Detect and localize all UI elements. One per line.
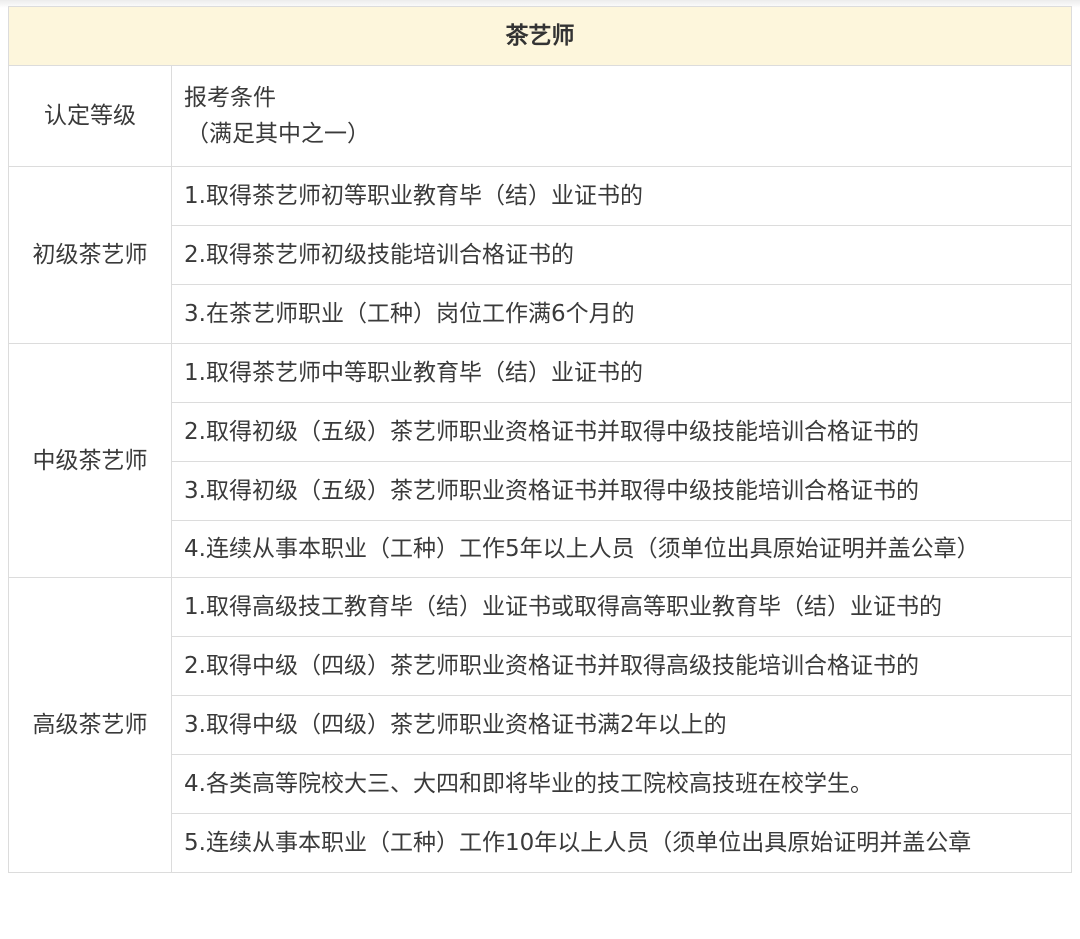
title-row: 茶艺师 — [8, 6, 1072, 66]
table-title: 茶艺师 — [8, 6, 1072, 66]
condition-item: 3.在茶艺师职业（工种）岗位工作满6个月的 — [171, 284, 1072, 344]
condition-header-label: 报考条件 — [184, 85, 276, 111]
condition-item: 3.取得初级（五级）茶艺师职业资格证书并取得中级技能培训合格证书的 — [171, 461, 1072, 521]
condition-column-header: 报考条件 （满足其中之一） — [171, 65, 1072, 167]
condition-item: 4.各类高等院校大三、大四和即将毕业的技工院校高技班在校学生。 — [171, 754, 1072, 814]
condition-item: 3.取得中级（四级）茶艺师职业资格证书满2年以上的 — [171, 695, 1072, 755]
condition-item: 1.取得茶艺师初等职业教育毕（结）业证书的 — [171, 166, 1072, 226]
table-row: 高级茶艺师 1.取得高级技工教育毕（结）业证书或取得高等职业教育毕（结）业证书的 — [8, 577, 1072, 873]
condition-item: 5.连续从事本职业（工种）工作10年以上人员（须单位出具原始证明并盖公章 — [171, 813, 1072, 873]
table-row: 初级茶艺师 1.取得茶艺师初等职业教育毕（结）业证书的 — [8, 166, 1072, 344]
condition-item: 1.取得高级技工教育毕（结）业证书或取得高等职业教育毕（结）业证书的 — [171, 577, 1072, 637]
header-row: 认定等级 报考条件 （满足其中之一） — [8, 65, 1072, 167]
table-row: 中级茶艺师 1.取得茶艺师中等职业教育毕（结）业证书的 — [8, 343, 1072, 578]
level-cell-advanced: 高级茶艺师 — [8, 577, 172, 873]
level-column-header: 认定等级 — [8, 65, 172, 167]
level-cell-intermediate: 中级茶艺师 — [8, 343, 172, 578]
condition-item: 2.取得初级（五级）茶艺师职业资格证书并取得中级技能培训合格证书的 — [171, 402, 1072, 462]
condition-item: 4.连续从事本职业（工种）工作5年以上人员（须单位出具原始证明并盖公章） — [171, 520, 1072, 578]
condition-header-note: （满足其中之一） — [186, 121, 370, 147]
condition-item: 1.取得茶艺师中等职业教育毕（结）业证书的 — [171, 343, 1072, 403]
level-cell-primary: 初级茶艺师 — [8, 166, 172, 344]
requirements-table: 茶艺师 认定等级 报考条件 （满足其中之一） 初级茶艺师 1.取得茶艺师初等职业… — [8, 6, 1072, 873]
condition-item: 2.取得中级（四级）茶艺师职业资格证书并取得高级技能培训合格证书的 — [171, 636, 1072, 696]
condition-item: 2.取得茶艺师初级技能培训合格证书的 — [171, 225, 1072, 285]
